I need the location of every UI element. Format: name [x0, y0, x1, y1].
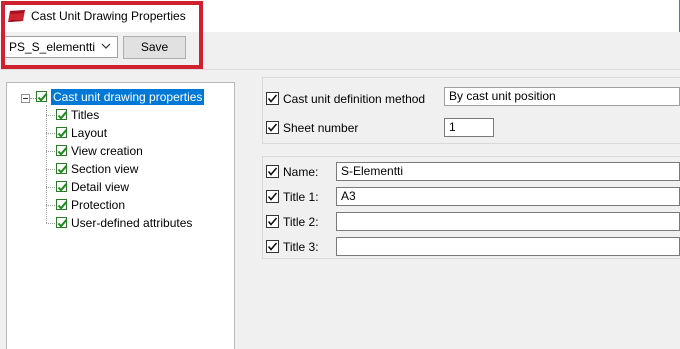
name-input[interactable]: S-Elementti — [336, 162, 680, 181]
toolbar-divider — [0, 69, 680, 70]
tree-node-label: Section view — [71, 162, 139, 176]
title1-label: Title 1: — [283, 190, 319, 204]
green-check-icon[interactable] — [56, 127, 68, 138]
sheet-number-checkbox[interactable] — [266, 121, 279, 134]
title1-input[interactable]: A3 — [336, 187, 680, 206]
green-check-icon[interactable] — [56, 217, 68, 228]
title1-checkbox[interactable] — [266, 190, 279, 203]
definition-method-dropdown[interactable]: By cast unit position — [444, 87, 680, 106]
tree-node-label: Detail view — [71, 180, 130, 194]
definition-method-checkbox[interactable] — [266, 92, 279, 105]
green-check-icon[interactable] — [56, 199, 68, 210]
cast-unit-app-icon — [7, 9, 27, 23]
save-button[interactable]: Save — [123, 36, 186, 59]
tree-node-label: Protection — [71, 198, 126, 212]
title3-input[interactable] — [336, 237, 680, 256]
name-label: Name: — [283, 165, 319, 179]
sheet-number-input[interactable]: 1 — [444, 118, 494, 137]
name-checkbox[interactable] — [266, 165, 279, 178]
green-check-icon[interactable] — [56, 163, 68, 174]
chevron-down-icon — [101, 43, 111, 49]
green-check-icon[interactable] — [56, 109, 68, 120]
tree-node-label: Layout — [71, 126, 108, 140]
title-bar: Cast Unit Drawing Properties — [0, 0, 680, 32]
tree-node-label: View creation — [71, 144, 143, 158]
title2-input[interactable] — [336, 212, 680, 231]
title2-label: Title 2: — [283, 215, 319, 229]
definition-method-label: Cast unit definition method — [283, 92, 426, 106]
title3-label: Title 3: — [283, 240, 319, 254]
sheet-number-label: Sheet number — [283, 121, 359, 135]
title3-checkbox[interactable] — [266, 240, 279, 253]
tree-node-label: Cast unit drawing properties — [51, 89, 205, 105]
tree-node-label: Titles — [71, 108, 100, 122]
properties-tree: Cast unit drawing properties Titles Layo… — [6, 82, 235, 349]
tree-node-label: User-defined attributes — [71, 216, 193, 230]
collapse-minus-icon[interactable] — [21, 94, 30, 103]
green-check-icon[interactable] — [56, 181, 68, 192]
preset-dropdown[interactable]: PS_S_elementti — [4, 36, 118, 58]
green-check-icon[interactable] — [56, 145, 68, 156]
preset-value: PS_S_elementti — [9, 40, 96, 54]
title2-checkbox[interactable] — [266, 215, 279, 228]
window-title: Cast Unit Drawing Properties — [31, 9, 186, 23]
green-check-icon[interactable] — [36, 91, 48, 102]
